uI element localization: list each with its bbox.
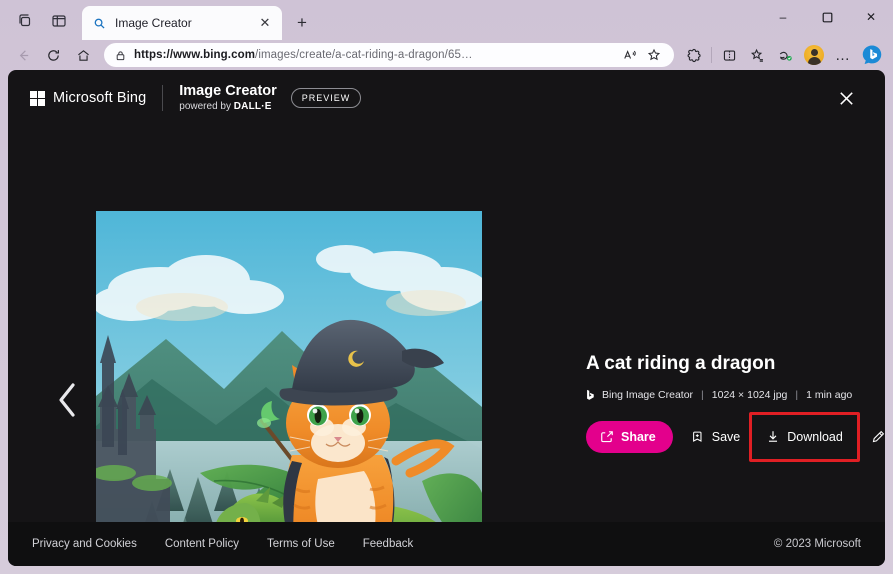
download-highlight-wrapper: Download: [749, 411, 860, 462]
lock-icon: [112, 47, 128, 63]
browser-window: Image Creator ✕ + – ✕ https://www.bing.c…: [0, 0, 893, 574]
microsoft-bing-logo[interactable]: Microsoft Bing: [30, 90, 146, 106]
window-controls: – ✕: [761, 0, 893, 40]
url-path: /images/create/a-cat-riding-a-dragon/65…: [255, 49, 473, 61]
dalle-label: DALL·E: [233, 100, 272, 112]
product-subtitle: powered by DALL·E: [179, 101, 277, 113]
preview-badge: PREVIEW: [290, 88, 362, 108]
star-icon[interactable]: [642, 44, 666, 66]
share-icon: [600, 430, 614, 444]
previous-image-button[interactable]: [44, 370, 90, 430]
read-aloud-icon[interactable]: [618, 44, 642, 66]
page-footer: Privacy and Cookies Content Policy Terms…: [8, 522, 885, 566]
window-close-button[interactable]: ✕: [849, 0, 893, 34]
url-domain: https://www.bing.com: [134, 49, 256, 61]
image-timestamp: 1 min ago: [806, 389, 853, 402]
save-icon: [691, 430, 705, 444]
browser-tab[interactable]: Image Creator ✕: [82, 6, 282, 40]
save-label: Save: [711, 429, 741, 444]
image-meta: Bing Image Creator | 1024 × 1024 jpg | 1…: [586, 389, 885, 402]
footer-link-content-policy[interactable]: Content Policy: [165, 538, 239, 550]
meta-separator-1: |: [701, 389, 704, 402]
tab-strip: Image Creator ✕ + – ✕: [0, 0, 893, 40]
bing-chat-icon[interactable]: [859, 42, 885, 68]
download-button[interactable]: Download: [756, 421, 853, 453]
meta-separator-2: |: [795, 389, 799, 402]
profile-avatar[interactable]: [804, 45, 824, 65]
more-settings-button[interactable]: …: [829, 42, 857, 68]
home-icon[interactable]: [68, 42, 98, 68]
toolbar-divider: [711, 47, 712, 63]
new-tab-button[interactable]: +: [288, 9, 316, 37]
customize-button[interactable]: Custo: [861, 421, 885, 453]
address-input[interactable]: https://www.bing.com/images/create/a-cat…: [104, 43, 674, 67]
address-bar-row: https://www.bing.com/images/create/a-cat…: [0, 40, 893, 70]
footer-link-privacy[interactable]: Privacy and Cookies: [32, 538, 137, 550]
product-title: Image Creator: [179, 83, 277, 100]
split-screen-icon[interactable]: [715, 42, 743, 68]
image-source: Bing Image Creator: [602, 389, 694, 402]
avatar-head: [810, 48, 818, 56]
image-creator-overlay: Microsoft Bing Image Creator powered by …: [8, 70, 885, 566]
vertical-tabs-icon[interactable]: [42, 6, 76, 36]
tab-close-icon[interactable]: ✕: [256, 14, 274, 32]
image-actions: Share Save Download: [586, 411, 885, 462]
avatar-body: [807, 57, 821, 65]
brand-name: Microsoft Bing: [53, 90, 147, 106]
image-title: A cat riding a dragon: [586, 353, 776, 374]
header-divider: [162, 85, 164, 111]
refresh-button[interactable]: [38, 42, 68, 68]
microsoft-grid-icon: [30, 90, 45, 106]
extensions-icon[interactable]: [680, 42, 708, 68]
download-icon: [766, 429, 780, 444]
favorites-icon[interactable]: [743, 42, 771, 68]
collections-icon[interactable]: [771, 42, 799, 68]
maximize-button[interactable]: [805, 0, 849, 34]
minimize-button[interactable]: –: [761, 0, 805, 34]
footer-link-feedback[interactable]: Feedback: [363, 538, 414, 550]
tab-title: Image Creator: [115, 16, 192, 30]
search-icon: [90, 14, 108, 32]
url-text: https://www.bing.com/images/create/a-cat…: [134, 49, 618, 61]
tab-overview-icon[interactable]: [8, 6, 42, 36]
powered-by-label: powered by: [179, 100, 234, 112]
share-button[interactable]: Share: [586, 420, 673, 453]
product-title-block: Image Creator powered by DALL·E: [179, 83, 277, 112]
image-creator-header: Microsoft Bing Image Creator powered by …: [8, 70, 885, 126]
download-label: Download: [787, 429, 843, 444]
share-label: Share: [621, 429, 656, 444]
image-dimensions: 1024 × 1024 jpg: [711, 389, 788, 402]
footer-copyright: © 2023 Microsoft: [773, 538, 861, 550]
back-button[interactable]: [8, 42, 38, 68]
bing-b-icon: [586, 389, 595, 402]
image-detail-panel: A cat riding a dragon Bing Image Creator…: [586, 353, 885, 462]
customize-icon: [871, 430, 885, 444]
save-button[interactable]: Save: [681, 421, 751, 453]
close-icon[interactable]: [829, 81, 863, 115]
generated-image[interactable]: [96, 211, 482, 566]
footer-link-terms[interactable]: Terms of Use: [267, 538, 335, 550]
